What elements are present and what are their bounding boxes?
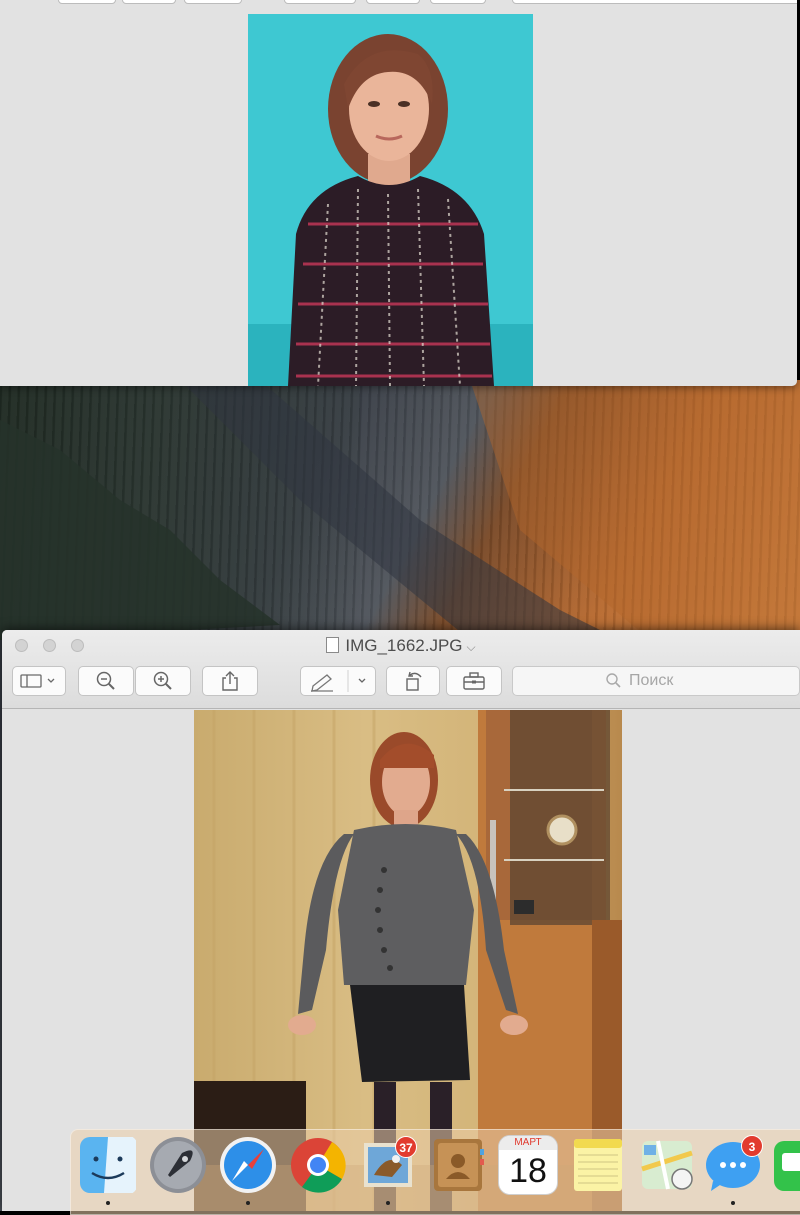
- zoom-out-button[interactable]: [78, 666, 134, 696]
- running-indicator: [106, 1201, 110, 1205]
- toolbar-button-stub[interactable]: [284, 0, 356, 4]
- running-indicator: [731, 1201, 735, 1205]
- running-indicator: [246, 1201, 250, 1205]
- share-icon: [222, 671, 238, 691]
- safari-compass-icon[interactable]: [218, 1135, 278, 1195]
- photo-woman-teal-background: [248, 14, 533, 386]
- window-titlebar: IMG_1662.JPG ⌵ Поиск: [2, 630, 800, 709]
- facetime-icon[interactable]: [772, 1135, 800, 1195]
- calendar-day: 18: [509, 1152, 547, 1190]
- top-toolbar-stub: [0, 0, 797, 6]
- wallpaper-cliff: [0, 380, 800, 640]
- bottom-preview-window: IMG_1662.JPG ⌵ Поиск: [2, 630, 800, 1211]
- toolbar-button-stub[interactable]: [122, 0, 176, 4]
- sidebar-view-button[interactable]: [12, 666, 66, 696]
- chrome-icon[interactable]: [288, 1135, 348, 1195]
- search-icon: [606, 673, 621, 688]
- toolbar-button-stub[interactable]: [512, 0, 797, 4]
- share-button[interactable]: [202, 666, 258, 696]
- sidebar-icon: [20, 674, 55, 688]
- search-placeholder: Поиск: [629, 672, 674, 689]
- notes-icon[interactable]: [568, 1135, 628, 1195]
- toolbar-button-stub[interactable]: [58, 0, 116, 4]
- maps-icon[interactable]: [638, 1135, 698, 1195]
- rotate-button[interactable]: [386, 666, 440, 696]
- running-indicator: [386, 1201, 390, 1205]
- chevron-down-icon: ⌵: [466, 640, 476, 654]
- finder-icon[interactable]: [78, 1135, 138, 1195]
- toolbox-button[interactable]: [446, 666, 502, 696]
- messages-badge: 3: [741, 1135, 763, 1157]
- search-input[interactable]: Поиск: [512, 666, 800, 696]
- markup-pen-icon: [311, 670, 366, 692]
- window-title-text: IMG_1662.JPG: [345, 636, 463, 655]
- calendar-month: МАРТ: [499, 1136, 557, 1150]
- window-title[interactable]: IMG_1662.JPG ⌵: [2, 636, 800, 656]
- zoom-in-icon: [153, 671, 172, 690]
- launchpad-rocket-icon[interactable]: [148, 1135, 208, 1195]
- calendar-icon[interactable]: МАРТ 18: [498, 1135, 558, 1195]
- rotate-left-icon: [406, 671, 422, 691]
- top-preview-window: [0, 0, 797, 386]
- zoom-in-button[interactable]: [135, 666, 191, 696]
- markup-button[interactable]: [300, 666, 376, 696]
- toolbar-button-stub[interactable]: [430, 0, 486, 4]
- toolbar-button-stub[interactable]: [366, 0, 420, 4]
- toolbox-icon: [463, 672, 485, 690]
- zoom-out-icon: [96, 671, 115, 690]
- mail-badge: 37: [395, 1136, 417, 1158]
- contacts-icon[interactable]: [428, 1135, 488, 1195]
- toolbar-button-stub[interactable]: [184, 0, 242, 4]
- document-icon: [326, 637, 340, 653]
